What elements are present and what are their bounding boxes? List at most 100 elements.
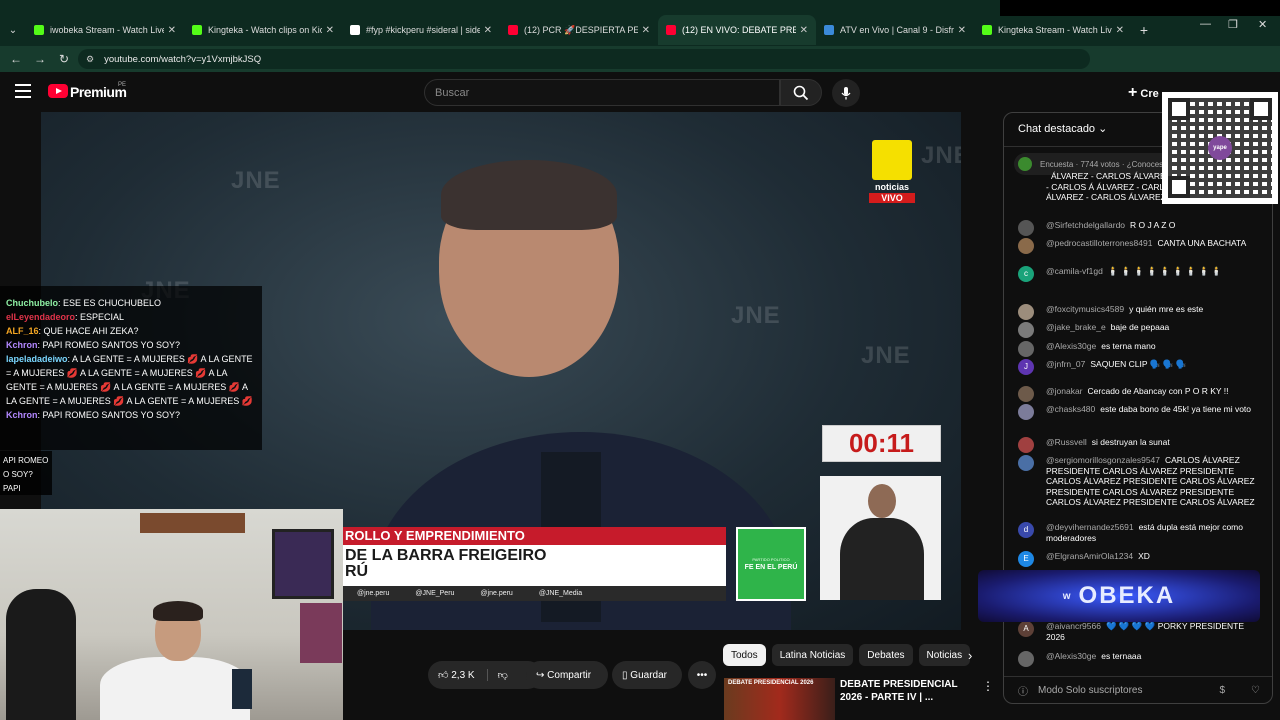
new-tab-button[interactable]: + [1132, 15, 1156, 45]
restore-icon[interactable]: ❐ [1228, 18, 1238, 31]
chat-message[interactable]: c @camila-vf1gd 🕯️ 🕯️ 🕯️ 🕯️ 🕯️ 🕯️ 🕯️ 🕯️ 🕯️ [1018, 266, 1258, 282]
chat-message[interactable]: @Russvell si destruyan la sunat [1018, 437, 1258, 453]
url-field[interactable]: ⚙ youtube.com/watch?v=y1VxmjbkJSQ [78, 49, 1090, 69]
chat-author[interactable]: @jake_brake_e [1046, 322, 1106, 332]
save-button[interactable]: ▯ Guardar [612, 661, 682, 689]
chat-author[interactable]: @camila-vf1gd [1046, 266, 1103, 276]
site-info-icon[interactable]: ⚙ [86, 54, 94, 65]
back-icon[interactable]: ← [4, 52, 28, 66]
tab-title: ATV en Vivo | Canal 9 - Disfruta [840, 25, 954, 35]
info-icon[interactable]: ⓘ [1018, 683, 1028, 698]
close-tab-icon[interactable]: ✕ [326, 25, 334, 36]
chat-author[interactable]: @Russvell [1046, 437, 1087, 447]
browser-tab[interactable]: iwobeka Stream - Watch Live o ✕ [26, 15, 184, 45]
chat-avatar[interactable] [1018, 386, 1034, 402]
filter-chip[interactable]: Todos [723, 644, 766, 666]
share-button[interactable]: ↪ Compartir [526, 661, 608, 689]
recommended-title[interactable]: DEBATE PRESIDENCIAL 2026 - PARTE IV | ..… [840, 678, 974, 704]
browser-tab[interactable]: ATV en Vivo | Canal 9 - Disfruta ✕ [816, 15, 974, 45]
close-tab-icon[interactable]: ✕ [168, 25, 176, 36]
chat-message[interactable]: @jake_brake_e baje de pepaaa [1018, 322, 1258, 338]
drink-can [232, 669, 252, 709]
streamer-hair [153, 601, 203, 621]
search-input[interactable]: Buscar [424, 79, 780, 106]
filter-chip[interactable]: Noticias [918, 644, 971, 666]
heart-icon[interactable]: ♡ [1251, 685, 1260, 696]
chat-message[interactable]: @pedrocastilloterrones8491 CANTA UNA BACH… [1018, 238, 1258, 254]
chat-message[interactable]: d @deyvihernandez5691 está dupla está mejo… [1018, 522, 1258, 543]
chat-avatar[interactable]: E [1018, 551, 1034, 567]
chat-author[interactable]: @pedrocastilloterrones8491 [1046, 238, 1152, 248]
chat-author[interactable]: @Alexis30ge [1046, 651, 1096, 661]
close-tab-icon[interactable]: ✕ [958, 25, 966, 36]
filter-chip[interactable]: Latina Noticias [771, 644, 854, 666]
plus-icon: + [1128, 84, 1138, 101]
more-actions-button[interactable]: ••• [688, 661, 716, 689]
chevron-down-icon[interactable]: ⌄ [1098, 123, 1107, 135]
chat-author[interactable]: @Sirfetchdelgallardo [1046, 220, 1125, 230]
close-tab-icon[interactable]: ✕ [484, 25, 492, 36]
create-button[interactable]: + Cre [1128, 84, 1159, 102]
dislike-button[interactable]: 👎︎ [486, 669, 508, 681]
chat-text: 🕯️ 🕯️ 🕯️ 🕯️ 🕯️ 🕯️ 🕯️ 🕯️ 🕯️ [1107, 266, 1222, 276]
chat-message[interactable]: @Alexis30ge es terna mano [1018, 341, 1258, 357]
chat-message[interactable]: @Sirfetchdelgallardo R O J A Z O [1018, 220, 1258, 236]
chat-author[interactable]: @jonakar [1046, 386, 1083, 396]
chat-author[interactable]: @aivancr9566 [1046, 621, 1101, 631]
chat-avatar[interactable]: J [1018, 359, 1034, 375]
chat-avatar[interactable] [1018, 322, 1034, 338]
chat-avatar[interactable] [1018, 404, 1034, 420]
browser-tab[interactable]: Kingteka Stream - Watch Live o ✕ [974, 15, 1132, 45]
chat-avatar[interactable]: c [1018, 266, 1034, 282]
reload-icon[interactable]: ↻ [52, 52, 76, 66]
thumb-down-icon: 👎︎ [497, 670, 508, 681]
tab-search-icon[interactable]: ⌄ [0, 15, 26, 45]
video-thumbnail[interactable]: DEBATE PRESIDENCIAL 2026 [724, 678, 835, 720]
chevron-right-icon[interactable]: › [968, 648, 972, 663]
chat-message[interactable]: @jonakar Cercado de Abancay con P O R KY … [1018, 386, 1258, 402]
chat-avatar[interactable] [1018, 651, 1034, 667]
chat-author[interactable]: @sergiomorillosgonzales9547 [1046, 455, 1160, 465]
menu-icon[interactable] [15, 84, 31, 98]
chat-message[interactable]: @foxcitymusics4589 y quién mre es este [1018, 304, 1258, 320]
chat-avatar[interactable]: A [1018, 621, 1034, 637]
chat-avatar[interactable] [1018, 437, 1034, 453]
chat-avatar[interactable] [1018, 238, 1034, 254]
chat-mode-label[interactable]: Chat destacado [1018, 123, 1095, 135]
close-tab-icon[interactable]: ✕ [1116, 25, 1124, 36]
kebab-menu-icon[interactable]: ⋮ [982, 679, 994, 693]
super-chat-icon[interactable]: $ [1219, 685, 1225, 696]
chat-avatar[interactable] [1018, 341, 1034, 357]
youtube-logo-icon[interactable] [48, 84, 68, 98]
minimize-icon[interactable]: — [1200, 18, 1211, 30]
chat-message[interactable]: @Alexis30ge es ternaaa [1018, 651, 1258, 667]
chat-message[interactable]: J @jnfrn_07 SAQUEN CLIP 🗣️ 🗣️ 🗣️ [1018, 359, 1258, 375]
like-button[interactable]: 👍︎ 2,3 K [428, 669, 475, 682]
browser-tab[interactable]: (12) EN VIVO: DEBATE PRES ✕ [658, 15, 816, 45]
chat-avatar[interactable]: d [1018, 522, 1034, 538]
browser-tab[interactable]: (12) PCR 🚀DESPIERTA PERU - ✕ [500, 15, 658, 45]
recommended-video[interactable]: DEBATE PRESIDENCIAL 2026 DEBATE PRESIDEN… [724, 676, 994, 720]
chat-author[interactable]: @deyvihernandez5691 [1046, 522, 1134, 532]
chat-message[interactable]: E @ElgransAmirOla1234 XD [1018, 551, 1258, 567]
close-tab-icon[interactable]: ✕ [800, 25, 808, 36]
chat-author[interactable]: @ElgransAmirOla1234 [1046, 551, 1133, 561]
filter-chip[interactable]: Debates [859, 644, 913, 666]
chat-avatar[interactable] [1018, 220, 1034, 236]
browser-tab[interactable]: #fyp #kickperu #sideral | sidera ✕ [342, 15, 500, 45]
voice-search-button[interactable] [832, 79, 860, 107]
chat-message[interactable]: A @aivancr9566 💙 💙 💙 💙 PORKY PRESIDENTE 20… [1018, 621, 1258, 642]
search-button[interactable] [780, 79, 822, 106]
chat-avatar[interactable] [1018, 455, 1034, 471]
chat-author[interactable]: @foxcitymusics4589 [1046, 304, 1124, 314]
chat-avatar[interactable] [1018, 304, 1034, 320]
close-window-icon[interactable]: ✕ [1258, 18, 1267, 31]
chat-author[interactable]: @Alexis30ge [1046, 341, 1096, 351]
chat-author[interactable]: @chasks480 [1046, 404, 1095, 414]
close-tab-icon[interactable]: ✕ [642, 25, 650, 36]
forward-icon[interactable]: → [28, 52, 52, 66]
browser-tab[interactable]: Kingteka - Watch clips on Kick ✕ [184, 15, 342, 45]
chat-message[interactable]: @sergiomorillosgonzales9547 CARLOS ÁLVARE… [1018, 455, 1258, 508]
chat-message[interactable]: @chasks480 este daba bono de 45k! ya tien… [1018, 404, 1258, 420]
chat-author[interactable]: @jnfrn_07 [1046, 359, 1085, 369]
